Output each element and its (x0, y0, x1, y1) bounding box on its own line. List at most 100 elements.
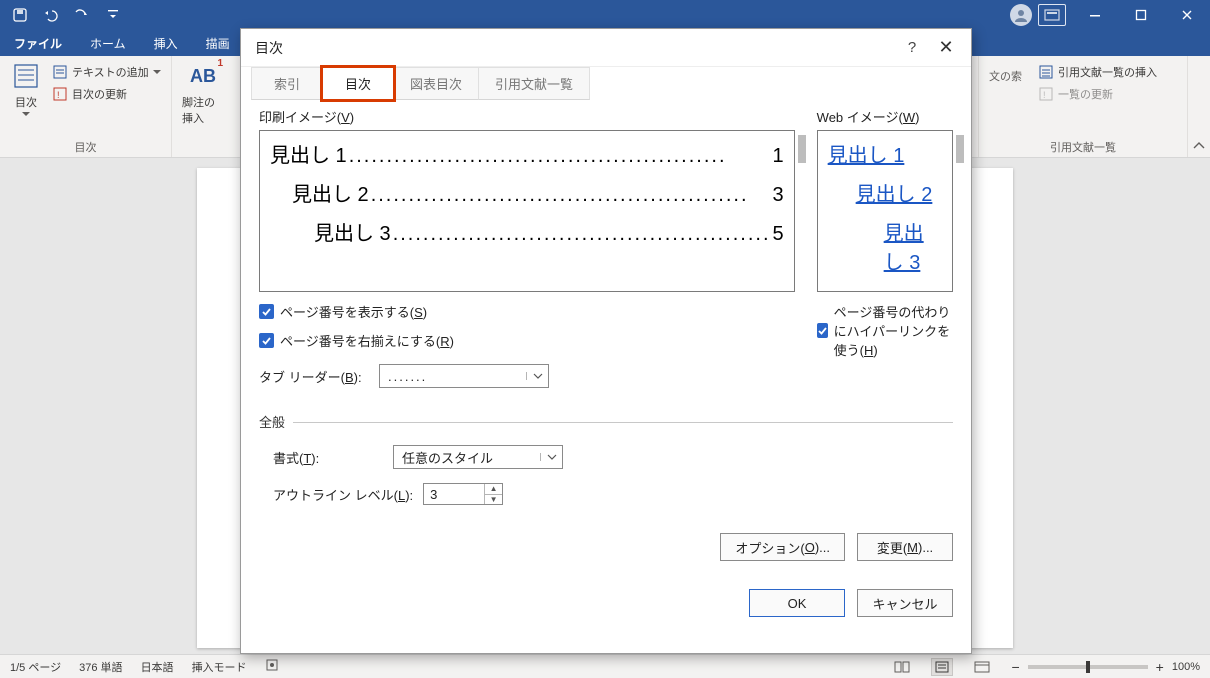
web-preview-label: Web イメージ(W) (817, 107, 953, 126)
checkbox-checked-icon (817, 323, 828, 338)
view-print-button[interactable] (931, 658, 953, 676)
outline-level-spinner[interactable]: 3 ▲▼ (423, 483, 503, 505)
spin-down-icon[interactable]: ▼ (485, 495, 502, 505)
tab-leader-combo[interactable]: ....... (379, 364, 549, 388)
svg-text:!: ! (1043, 90, 1046, 100)
spin-up-icon[interactable]: ▲ (485, 484, 502, 495)
web-preview-row: 見出し 2 (828, 178, 942, 207)
collapse-ribbon-icon[interactable] (1188, 56, 1210, 157)
print-preview-box: 見出し 1...................................… (259, 130, 795, 292)
preview-heading-link: 見出し 2 (856, 184, 933, 206)
use-hyperlinks-checkbox[interactable]: ページ番号の代わりにハイパーリンクを使う(H) (817, 302, 953, 359)
qat-more-icon[interactable] (108, 9, 118, 21)
outline-level-value: 3 (424, 484, 484, 504)
status-language[interactable]: 日本語 (141, 659, 174, 675)
zoom-slider[interactable] (1028, 665, 1148, 669)
preview-scrollbar[interactable] (798, 135, 806, 163)
preview-scrollbar[interactable] (956, 135, 964, 163)
display-options-icon[interactable] (1038, 4, 1066, 26)
zoom-in-button[interactable]: + (1156, 659, 1164, 675)
window-close-button[interactable] (1164, 0, 1210, 30)
tab-draw[interactable]: 描画 (192, 30, 244, 56)
citation-list-icon (1038, 64, 1054, 80)
tab-leader-value: ....... (380, 369, 526, 384)
footnote-icon: AB 1 (187, 60, 219, 92)
group-label-citations: 引用文献一覧 (989, 137, 1177, 155)
checkbox-checked-icon (259, 333, 274, 348)
cancel-button[interactable]: キャンセル (857, 589, 953, 617)
toc-icon (10, 60, 42, 92)
update-toc-button[interactable]: ! 目次の更新 (50, 84, 163, 104)
show-page-numbers-checkbox[interactable]: ページ番号を表示する(S) (259, 302, 795, 321)
toc-button-label: 目次 (15, 94, 37, 110)
autosave-icon[interactable] (12, 7, 28, 23)
preview-page-number: 1 (773, 145, 784, 168)
update-toc-label: 目次の更新 (72, 86, 127, 102)
print-preview-row: 見出し 3...................................… (270, 217, 784, 246)
zoom-value[interactable]: 100% (1172, 661, 1200, 673)
print-preview-label: 印刷イメージ(V) (259, 107, 795, 126)
group-label-toc: 目次 (10, 137, 161, 155)
chevron-down-icon (22, 112, 30, 118)
print-preview-row: 見出し 2...................................… (270, 178, 784, 207)
dialog-tab-figures[interactable]: 図表目次 (393, 67, 479, 100)
dialog-tabs: 索引 目次 図表目次 引用文献一覧 (241, 67, 971, 101)
preview-heading-link: 見出し 1 (828, 145, 905, 167)
tab-file[interactable]: ファイル (0, 30, 76, 56)
macro-record-icon[interactable] (265, 658, 279, 675)
chevron-down-icon (526, 372, 548, 380)
status-words[interactable]: 376 単語 (79, 659, 122, 675)
checkbox-checked-icon (259, 304, 274, 319)
add-text-button[interactable]: テキストの追加 (50, 62, 163, 82)
format-combo[interactable]: 任意のスタイル (393, 445, 563, 469)
modify-button[interactable]: 変更(M)... (857, 533, 953, 561)
add-text-icon (52, 64, 68, 80)
right-align-page-numbers-checkbox[interactable]: ページ番号を右揃えにする(R) (259, 331, 795, 350)
chevron-down-icon (153, 69, 161, 75)
tab-home[interactable]: ホーム (76, 30, 140, 56)
title-bar (0, 0, 1210, 30)
insert-footnote-button[interactable]: AB 1 脚注の挿入 (182, 60, 224, 126)
preview-heading-label: 見出し 1 (270, 139, 347, 168)
preview-leader-dots: ........................................… (391, 223, 773, 246)
status-insertmode[interactable]: 挿入モード (192, 659, 247, 675)
status-page[interactable]: 1/5 ページ (10, 659, 61, 675)
view-web-button[interactable] (971, 658, 993, 676)
update-list-button[interactable]: ! 一覧の更新 (1036, 84, 1159, 104)
insert-citation-list-button[interactable]: 引用文献一覧の挿入 (1036, 62, 1159, 82)
add-text-label: テキストの追加 (72, 64, 149, 80)
update-list-label: 一覧の更新 (1058, 86, 1113, 102)
tab-insert[interactable]: 挿入 (140, 30, 192, 56)
ok-button[interactable]: OK (749, 589, 845, 617)
outline-level-label: アウトライン レベル(L): (273, 485, 413, 504)
general-section-label: 全般 (259, 412, 953, 431)
dialog-title: 目次 (255, 38, 283, 58)
dialog-help-button[interactable]: ? (895, 39, 929, 56)
account-avatar-icon[interactable] (1010, 4, 1032, 26)
svg-text:!: ! (57, 90, 60, 100)
format-label: 書式(T): (273, 448, 383, 467)
update-list-icon: ! (1038, 86, 1054, 102)
preview-page-number: 5 (773, 223, 784, 246)
window-restore-button[interactable] (1118, 0, 1164, 30)
preview-leader-dots: ........................................… (369, 184, 773, 207)
dialog-close-button[interactable]: ✕ (929, 37, 963, 58)
zoom-out-button[interactable]: − (1011, 659, 1019, 675)
view-read-button[interactable] (891, 658, 913, 676)
undo-icon[interactable] (42, 8, 58, 22)
preview-heading-link: 見出し 3 (884, 223, 924, 274)
toc-button[interactable]: 目次 (10, 60, 42, 118)
preview-page-number: 3 (773, 184, 784, 207)
redo-icon[interactable] (72, 8, 88, 22)
format-value: 任意のスタイル (394, 448, 540, 467)
status-bar: 1/5 ページ 376 単語 日本語 挿入モード − + 100% (0, 654, 1210, 678)
dialog-tab-toc[interactable]: 目次 (322, 67, 394, 100)
tab-leader-label: タブ リーダー(B): (259, 367, 369, 386)
dialog-tab-index[interactable]: 索引 (251, 67, 323, 100)
window-minimize-button[interactable] (1072, 0, 1118, 30)
insert-citation-list-label: 引用文献一覧の挿入 (1058, 64, 1157, 80)
chevron-down-icon (540, 453, 562, 461)
update-toc-icon: ! (52, 86, 68, 102)
options-button[interactable]: オプション(O)... (720, 533, 845, 561)
dialog-tab-citations[interactable]: 引用文献一覧 (478, 67, 590, 100)
